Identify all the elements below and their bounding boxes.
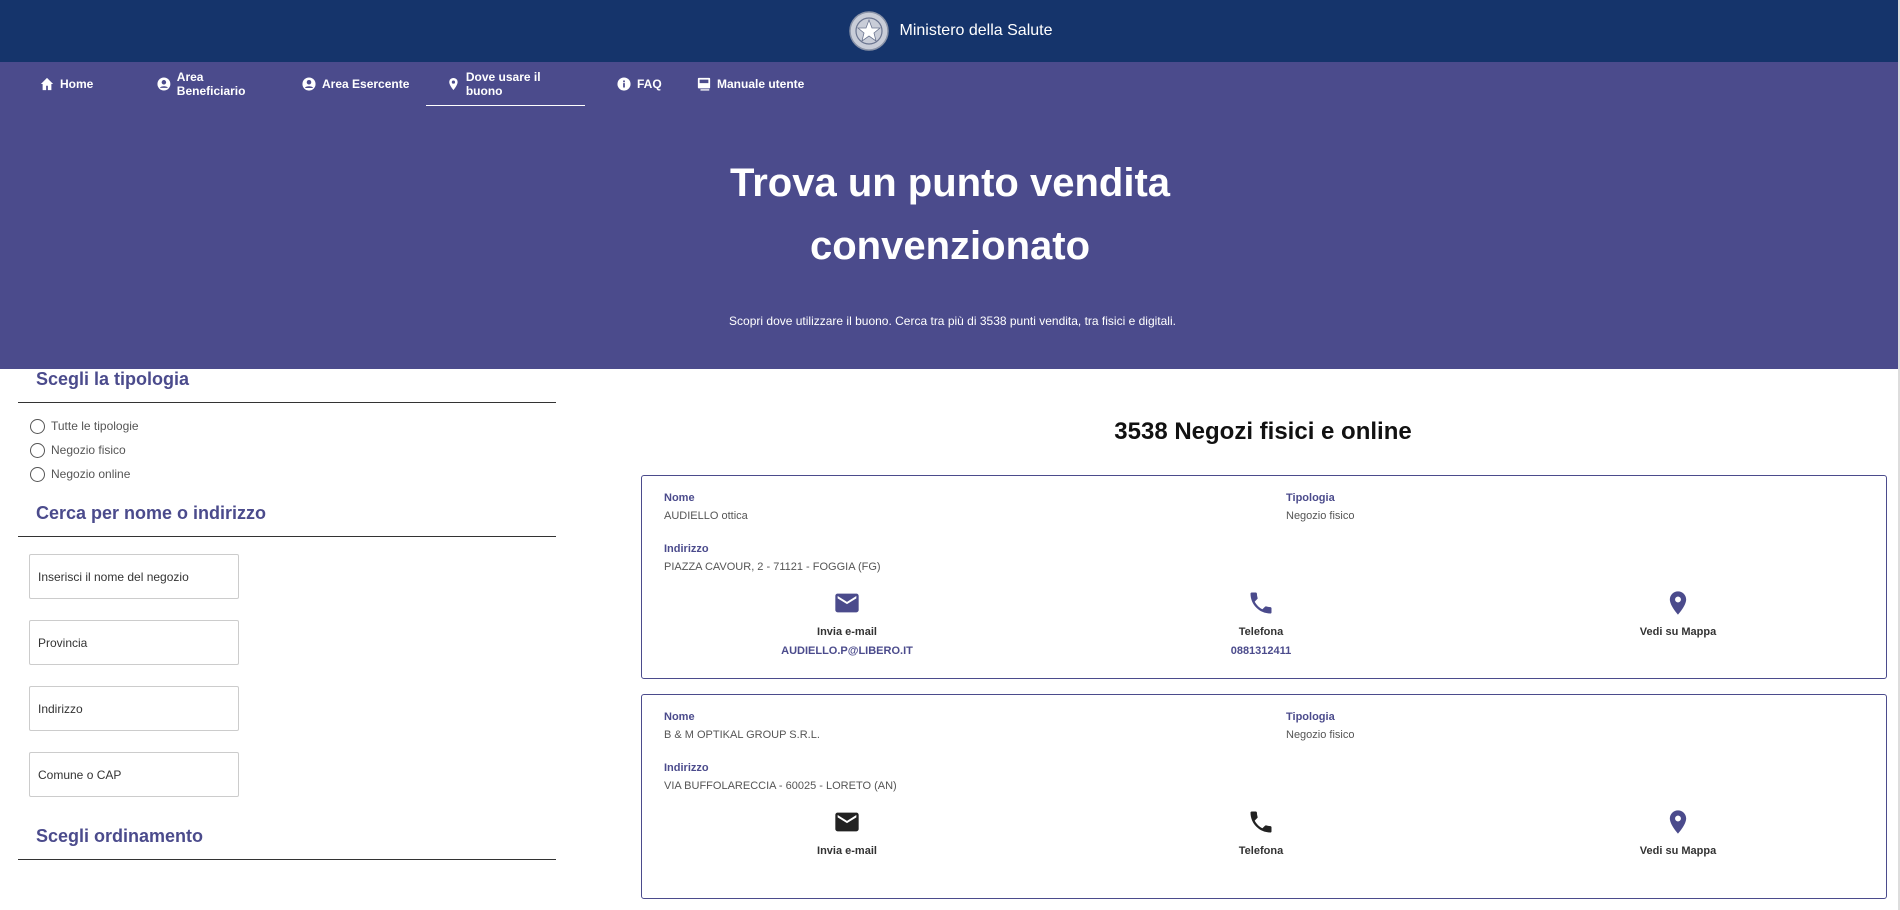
italian-emblem-icon: [848, 11, 889, 51]
store-name: AUDIELLO ottica: [664, 510, 748, 522]
nav-area-esercente-label: Area Esercente: [322, 77, 410, 91]
store-phone[interactable]: 0881312411: [1161, 645, 1361, 657]
nav-faq[interactable]: FAQ: [603, 62, 683, 106]
email-action[interactable]: Invia e-mail AUDIELLO.P@LIBERO.IT: [747, 589, 947, 657]
city-zip-input[interactable]: Comune o CAP: [29, 752, 239, 797]
results-count: 3538 Negozi fisici e online: [1114, 418, 1412, 445]
user-circle-icon: [302, 77, 316, 91]
radio-label: Negozio online: [51, 467, 131, 481]
ministry-header: Ministero della Salute: [0, 0, 1900, 62]
nav-home-label: Home: [60, 77, 94, 91]
page-title-line-1: Trova un punto vendita: [729, 161, 1171, 205]
radio-button[interactable]: [30, 418, 45, 434]
nav-area-beneficiario-label: Area Beneficiario: [176, 70, 246, 98]
phone-action[interactable]: Telefona: [1161, 808, 1361, 857]
mail-icon: [835, 593, 859, 613]
store-address: VIA BUFFOLARECCIA - 60025 - LORETO (AN): [664, 780, 897, 792]
store-name: B & M OPTIKAL GROUP S.R.L.: [664, 729, 820, 741]
radio-button[interactable]: [30, 442, 45, 458]
nav-area-beneficiario[interactable]: Area Beneficiario: [143, 62, 288, 106]
address-input[interactable]: Indirizzo: [29, 686, 239, 731]
hero-banner: Home Area Beneficiario Area Esercente Do…: [0, 62, 1900, 369]
type-label: Tipologia: [1286, 492, 1335, 504]
province-input[interactable]: Provincia: [29, 620, 239, 665]
address-label: Indirizzo: [664, 762, 709, 774]
phone-action-label: Telefona: [1238, 845, 1284, 857]
phone-icon: [1250, 592, 1272, 614]
nav-manuale-utente-label: Manuale utente: [717, 77, 805, 91]
radio-button[interactable]: [30, 466, 45, 482]
nav-faq-label: FAQ: [637, 77, 662, 91]
store-card: Nome AUDIELLO ottica Tipologia Negozio f…: [641, 475, 1887, 679]
phone-action[interactable]: Telefona 0881312411: [1161, 589, 1361, 657]
address-label: Indirizzo: [664, 543, 709, 555]
email-action-label: Invia e-mail: [817, 845, 877, 857]
nav-dove-usare-label: Dove usare il buono: [465, 69, 541, 98]
page-title-line-2: convenzionato: [809, 224, 1091, 268]
store-address: PIAZZA CAVOUR, 2 - 71121 - FOGGIA (FG): [664, 561, 881, 573]
map-action-label: Vedi su Mappa: [1639, 626, 1717, 638]
map-pin-icon: [1669, 810, 1687, 834]
map-pin-icon: [1669, 591, 1687, 615]
map-action[interactable]: Vedi su Mappa: [1578, 808, 1778, 857]
store-type: Negozio fisico: [1286, 510, 1355, 522]
store-name-input[interactable]: Inserisci il nome del negozio: [29, 554, 239, 599]
order-heading: Scegli ordinamento: [18, 826, 556, 860]
info-icon: [617, 77, 631, 91]
name-label: Nome: [664, 711, 695, 723]
page-title: Trova un punto vendita convenzionato: [0, 152, 1900, 278]
email-action[interactable]: Invia e-mail: [747, 808, 947, 857]
radio-label: Tutte le tipologie: [51, 419, 139, 433]
type-filter-heading: Scegli la tipologia: [18, 369, 556, 403]
home-icon: [40, 77, 54, 91]
phone-action-label: Telefona: [1238, 626, 1284, 638]
store-type: Negozio fisico: [1286, 729, 1355, 741]
user-circle-icon: [157, 77, 171, 91]
radio-all-types[interactable]: Tutte le tipologie: [18, 418, 556, 434]
page-subtitle: Scopri dove utilizzare il buono. Cerca t…: [729, 314, 1176, 328]
map-action[interactable]: Vedi su Mappa: [1578, 589, 1778, 638]
main-nav: Home Area Beneficiario Area Esercente Do…: [0, 62, 1900, 106]
nav-manuale-utente[interactable]: Manuale utente: [683, 62, 818, 106]
store-card: Nome B & M OPTIKAL GROUP S.R.L. Tipologi…: [641, 694, 1887, 899]
radio-label: Negozio fisico: [51, 443, 126, 457]
radio-online-store[interactable]: Negozio online: [18, 466, 556, 482]
nav-dove-usare[interactable]: Dove usare il buono: [426, 62, 585, 106]
map-pin-icon: [449, 77, 458, 90]
store-email[interactable]: AUDIELLO.P@LIBERO.IT: [747, 645, 947, 657]
pdf-document-icon: [697, 77, 711, 91]
name-label: Nome: [664, 492, 695, 504]
filter-sidebar: Scegli la tipologia Tutte le tipologie N…: [18, 369, 556, 860]
map-action-label: Vedi su Mappa: [1639, 845, 1717, 857]
type-label: Tipologia: [1286, 711, 1335, 723]
nav-home[interactable]: Home: [40, 62, 143, 106]
nav-area-esercente[interactable]: Area Esercente: [288, 62, 426, 106]
email-action-label: Invia e-mail: [817, 626, 877, 638]
radio-physical-store[interactable]: Negozio fisico: [18, 442, 556, 458]
ministry-title: Ministero della Salute: [899, 22, 1053, 39]
mail-icon: [835, 812, 859, 832]
phone-icon: [1250, 811, 1272, 833]
search-heading: Cerca per nome o indirizzo: [18, 503, 556, 537]
